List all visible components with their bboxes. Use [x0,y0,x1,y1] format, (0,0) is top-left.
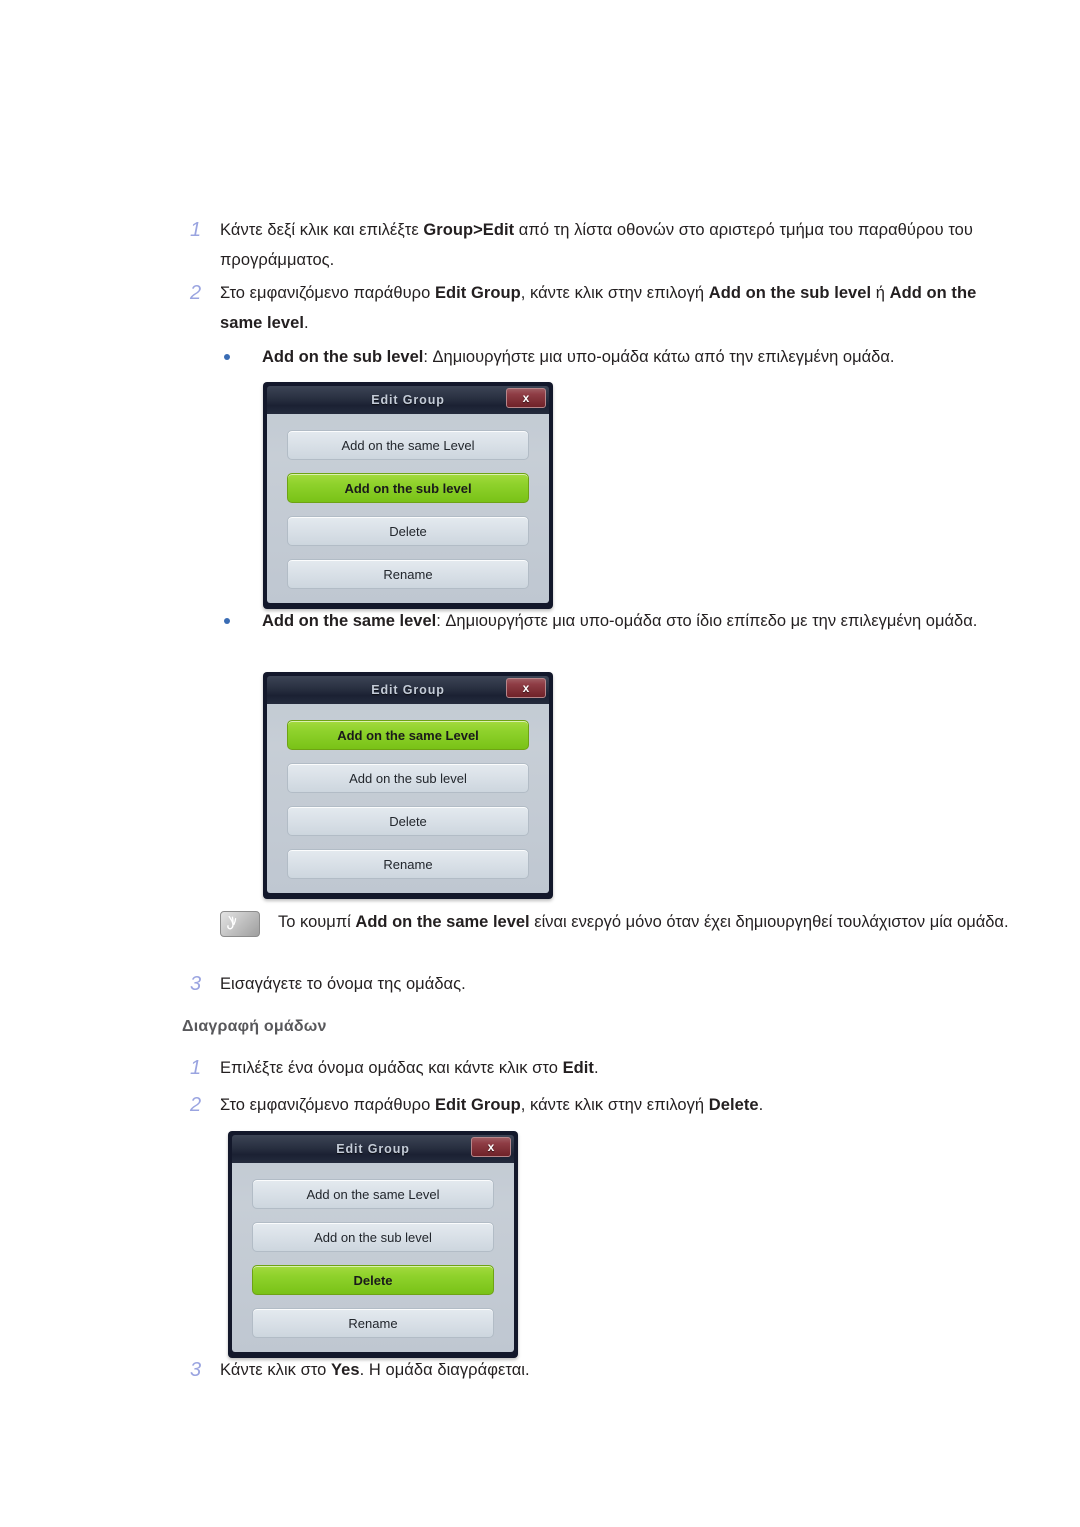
close-icon[interactable]: x [506,678,546,698]
btn-rename[interactable]: Rename [252,1308,494,1338]
btn-add-same-level[interactable]: Add on the same Level [287,720,529,750]
dialog-delete[interactable]: Edit Group x Add on the same Level Add o… [228,1131,518,1358]
btn-rename[interactable]: Rename [287,559,529,589]
step-number: 2 [190,1094,202,1116]
step-number: 1 [190,1057,202,1079]
step-number: 1 [190,219,202,241]
dialog-sub-level[interactable]: Edit Group x Add on the same Level Add o… [263,382,553,609]
dialog-body: Add on the same Level Add on the sub lev… [267,704,549,893]
step-text: Εισαγάγετε το όνομα της ομάδας. [220,975,466,993]
btn-add-sub-level[interactable]: Add on the sub level [252,1222,494,1252]
bullet-dot-icon [222,607,262,635]
step-1-delete: 1 Επιλέξτε ένα όνομα ομάδας και κάντε κλ… [182,1053,1002,1083]
step-2-top: 2 Στο εμφανιζόμενο παράθυρο Edit Group, … [182,278,1002,338]
btn-add-sub-level[interactable]: Add on the sub level [287,473,529,503]
dialog-titlebar: Edit Group x [232,1135,514,1163]
note-box: Το κουμπί Add on the same level είναι εν… [220,908,1010,937]
note-text: Το κουμπί Add on the same level είναι εν… [278,913,1009,931]
step-number: 2 [190,282,202,304]
btn-delete[interactable]: Delete [287,806,529,836]
dialog-titlebar: Edit Group x [267,386,549,414]
step-3-delete: 3 Κάντε κλικ στο Yes. Η ομάδα διαγράφετα… [182,1355,1002,1385]
btn-delete[interactable]: Delete [287,516,529,546]
dialog-title: Edit Group [371,393,445,407]
dialog-same-level[interactable]: Edit Group x Add on the same Level Add o… [263,672,553,899]
btn-add-sub-level[interactable]: Add on the sub level [287,763,529,793]
dialog-body: Add on the same Level Add on the sub lev… [267,414,549,603]
btn-add-same-level[interactable]: Add on the same Level [287,430,529,460]
step-3-top: 3 Εισαγάγετε το όνομα της ομάδας. [182,969,1002,999]
close-icon[interactable]: x [506,388,546,408]
step-text: Κάντε κλικ στο Yes. Η ομάδα διαγράφεται. [220,1361,530,1379]
step-text: Επιλέξτε ένα όνομα ομάδας και κάντε κλικ… [220,1059,599,1077]
dialog-title: Edit Group [336,1142,410,1156]
step-text: Στο εμφανιζόμενο παράθυρο Edit Group, κά… [220,284,977,332]
note-pen-icon [220,911,260,937]
dialog-body: Add on the same Level Add on the sub lev… [232,1163,514,1352]
btn-rename[interactable]: Rename [287,849,529,879]
btn-delete[interactable]: Delete [252,1265,494,1295]
bullet-same-level: Add on the same level: Δημιουργήστε μια … [222,607,1004,635]
dialog-titlebar: Edit Group x [267,676,549,704]
dialog-title: Edit Group [371,683,445,697]
step-1-top: 1 Κάντε δεξί κλικ και επιλέξτε Group>Edi… [182,215,1002,275]
bullet-dot-icon [222,343,262,371]
step-text: Στο εμφανιζόμενο παράθυρο Edit Group, κά… [220,1096,764,1114]
step-number: 3 [190,973,202,995]
bullet-text: Add on the same level: Δημιουργήστε μια … [262,612,978,630]
step-2-delete: 2 Στο εμφανιζόμενο παράθυρο Edit Group, … [182,1090,1002,1120]
step-text: Κάντε δεξί κλικ και επιλέξτε Group>Edit … [220,221,973,269]
bullet-text: Add on the sub level: Δημιουργήστε μια υ… [262,348,895,366]
step-number: 3 [190,1359,202,1381]
btn-add-same-level[interactable]: Add on the same Level [252,1179,494,1209]
bullet-sub-level: Add on the sub level: Δημιουργήστε μια υ… [222,343,1004,371]
section-heading-delete-groups: Διαγραφή ομάδων [182,1018,327,1035]
document-page: 1 Κάντε δεξί κλικ και επιλέξτε Group>Edi… [0,0,1080,1527]
close-icon[interactable]: x [471,1137,511,1157]
